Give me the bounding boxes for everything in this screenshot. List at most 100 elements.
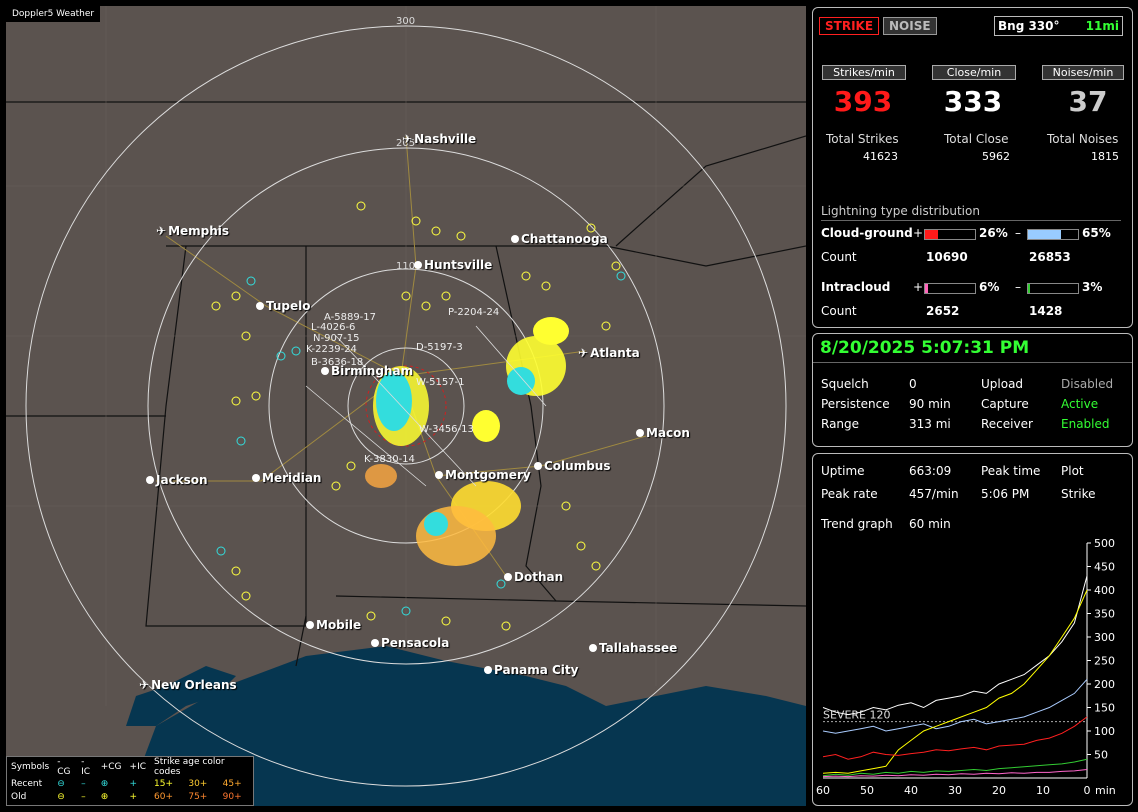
squelch: 0 xyxy=(909,377,917,391)
legend-header: Strike age color codes xyxy=(154,757,225,777)
storm-label[interactable]: D-5197-3 xyxy=(416,342,463,353)
noises-label: Noises/min xyxy=(1042,65,1124,80)
minus-cg-icon: ⊖ xyxy=(57,778,65,789)
count-label: Count xyxy=(821,250,857,264)
range: 313 mi xyxy=(909,417,951,431)
total-close: 5962 xyxy=(982,150,1010,163)
storm-label[interactable]: W-3456-13 xyxy=(419,424,474,435)
storm-label[interactable]: L-4026-6 xyxy=(311,322,355,333)
city-label: Memphis xyxy=(168,224,230,238)
receiver-label: Receiver xyxy=(981,417,1033,431)
age-code: 90+ xyxy=(222,791,242,802)
storm-label[interactable]: B-3636-18 xyxy=(311,357,363,368)
city-dot-icon xyxy=(321,367,329,375)
receiver-status[interactable]: Enabled xyxy=(1061,417,1110,431)
stats-panel: STRIKE NOISE Bng 330° 11mi Strikes/min C… xyxy=(812,7,1133,328)
plot-value[interactable]: Strike xyxy=(1061,487,1096,501)
city-nashville: ✈ Nashville xyxy=(402,132,476,146)
persistence-label: Persistence xyxy=(821,397,890,411)
x-tick-label: 40 xyxy=(904,784,918,797)
uptime: 663:09 xyxy=(909,464,952,478)
city-label: Meridian xyxy=(262,471,322,485)
trend-value: 60 min xyxy=(909,517,951,531)
city-macon: Macon xyxy=(636,426,690,440)
city-label: Dothan xyxy=(514,570,564,584)
storm-label[interactable]: K-3830-14 xyxy=(364,454,415,465)
y-tick-label: 300 xyxy=(1094,631,1115,644)
y-tick-label: 50 xyxy=(1094,749,1108,762)
city-label: Chattanooga xyxy=(521,232,608,246)
city-dot-icon xyxy=(252,474,260,482)
city-label: Tallahassee xyxy=(599,641,678,655)
city-memphis: ✈ Memphis xyxy=(156,224,229,238)
city-jackson: Jackson xyxy=(146,473,208,487)
city-tupelo: Tupelo xyxy=(256,299,311,313)
ic-pos-pct: 6% xyxy=(979,280,1000,294)
city-label: Montgomery xyxy=(445,468,531,482)
city-dot-icon xyxy=(256,302,264,310)
peakrate: 457/min xyxy=(909,487,959,501)
storm-label[interactable]: W-5157-1 xyxy=(416,377,465,388)
plus-ic-icon: + xyxy=(129,791,138,802)
city-label: Tupelo xyxy=(266,299,311,313)
city-dot-icon xyxy=(414,261,422,269)
airport-icon: ✈ xyxy=(402,132,413,146)
y-tick-label: 150 xyxy=(1094,702,1115,715)
trend-series-line xyxy=(822,678,1088,734)
datetime: 8/20/2025 5:07:31 PM xyxy=(820,338,1030,358)
city-dot-icon xyxy=(534,462,542,470)
ic-neg-pct: 3% xyxy=(1082,280,1103,294)
plot-label: Plot xyxy=(1061,464,1084,478)
capture-status[interactable]: Active xyxy=(1061,397,1098,411)
y-tick-label: 400 xyxy=(1094,584,1115,597)
age-code: 60+ xyxy=(154,791,174,802)
strikes-label: Strikes/min xyxy=(822,65,906,80)
upload-label: Upload xyxy=(981,377,1024,391)
city-mobile: Mobile xyxy=(306,618,361,632)
city-montgomery: Montgomery xyxy=(435,468,531,482)
minus-sign: – xyxy=(1015,226,1021,240)
cg-neg-bar xyxy=(1027,229,1079,240)
radar-map[interactable]: Doppler5 Weather 300 205 110 ✈ Nashville ✈… xyxy=(6,6,806,806)
city-label: Jackson xyxy=(156,473,208,487)
map-title: Doppler5 Weather xyxy=(6,6,101,22)
city-dot-icon xyxy=(146,476,154,484)
ring-label: 110 xyxy=(396,261,416,272)
city-columbus: Columbus xyxy=(534,459,611,473)
age-code: 15+ xyxy=(154,778,174,789)
peaktime: 5:06 PM xyxy=(981,487,1030,501)
distance: 11mi xyxy=(1085,19,1119,33)
legend-row-label: Old xyxy=(11,791,27,802)
legend-header: +CG xyxy=(100,762,122,772)
city-tallahassee: Tallahassee xyxy=(589,641,677,655)
storm-label[interactable]: N-907-15 xyxy=(313,333,360,344)
city-panama-city: Panama City xyxy=(484,663,578,677)
city-label: Panama City xyxy=(494,663,579,677)
legend-header: -CG xyxy=(57,757,71,777)
upload-status[interactable]: Disabled xyxy=(1061,377,1113,391)
x-tick-label: 60 xyxy=(816,784,830,797)
peaktime-label: Peak time xyxy=(981,464,1041,478)
storm-label[interactable]: P-2204-24 xyxy=(448,307,499,318)
plus-sign: + xyxy=(913,280,924,294)
noise-button[interactable]: NOISE xyxy=(883,17,937,35)
storm-label[interactable]: K-2239-24 xyxy=(306,344,357,355)
trend-series-line xyxy=(822,575,1088,716)
strike-button[interactable]: STRIKE xyxy=(819,17,880,35)
city-dot-icon xyxy=(511,235,519,243)
ic-pos-bar xyxy=(924,283,976,294)
airport-icon: ✈ xyxy=(156,224,167,238)
range-label: Range xyxy=(821,417,860,431)
city-chattanooga: Chattanooga xyxy=(511,232,608,246)
status-panel: 8/20/2025 5:07:31 PM Squelch 0 Upload Di… xyxy=(812,333,1133,447)
total-noises: 1815 xyxy=(1091,150,1119,163)
cg-pos-count: 10690 xyxy=(926,250,968,264)
close-value: 333 xyxy=(943,85,1003,118)
plus-cg-icon: ⊕ xyxy=(100,791,109,802)
legend-header: Symbols xyxy=(11,762,50,772)
city-label: Pensacola xyxy=(381,636,450,650)
y-tick-label: 500 xyxy=(1094,538,1115,550)
city-label: Mobile xyxy=(316,618,362,632)
y-tick-label: 200 xyxy=(1094,678,1115,691)
city-meridian: Meridian xyxy=(252,471,321,485)
